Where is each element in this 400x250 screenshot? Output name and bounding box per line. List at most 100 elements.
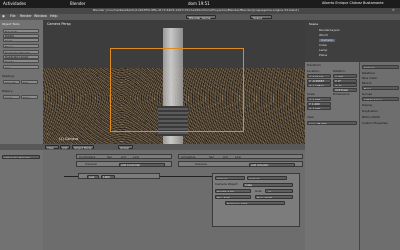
axis-gizmo-icon: ↗ (46, 132, 49, 136)
actuators-label[interactable]: Actuators (181, 155, 195, 159)
add-controller-button[interactable]: Add Controller (119, 162, 165, 167)
rotation-label: Rotation: (333, 69, 346, 73)
actuators-act-toggle[interactable]: Act (223, 155, 228, 159)
menu-file[interactable]: File (10, 14, 16, 18)
add-game-property-button[interactable]: Add Game Property (2, 155, 40, 159)
motion-paths-heading: Motion Paths (362, 115, 380, 119)
logic-editor: View Add Object Mode Global Add Game Pro… (0, 144, 305, 250)
viewport-label: Camera Persp (47, 22, 71, 26)
controller-name-field[interactable]: 1000 (101, 174, 115, 179)
app-menu[interactable]: Blender (70, 2, 86, 6)
outliner-item[interactable]: Cube (319, 44, 327, 47)
mirror-button[interactable]: Mirror (3, 44, 39, 49)
actuators-sel-toggle[interactable]: Sel (209, 155, 214, 159)
global-select[interactable]: Global (120, 146, 129, 150)
actuator-name-field[interactable]: Camera (247, 176, 287, 180)
delete-button[interactable]: Delete (3, 59, 39, 64)
redo-button[interactable]: Redo (21, 95, 38, 100)
translate-button[interactable]: Translate (3, 29, 39, 34)
camera-object-label: Camera Object: (215, 182, 239, 186)
transform-heading: Transform (307, 63, 321, 67)
damping-field[interactable]: Damping: 0.03 (225, 201, 285, 205)
loc-x-field[interactable]: X: 0.01171 (307, 74, 331, 79)
flat-button[interactable]: Flat (21, 80, 38, 85)
actuator-type-select[interactable]: Camera (215, 176, 245, 180)
groups-heading: Groups (362, 92, 372, 96)
user-menu[interactable]: Alberto Enrique Chávez Bustamante (322, 1, 384, 5)
camera-object-field[interactable]: Cube (243, 182, 293, 187)
axis-label: Axis: (255, 188, 263, 193)
outliner-item[interactable]: World (319, 34, 328, 37)
lens-field[interactable]: Lens: 35.000 (307, 121, 357, 126)
loc-z-field[interactable]: Z: 1.19877 (307, 83, 331, 88)
custom-properties-heading: Custom Properties (362, 121, 388, 125)
actuators-object-bar: Camera Add Actuator (178, 161, 303, 167)
scale-label: Scale: (307, 92, 316, 96)
pass-index-label: Pass Index: (362, 76, 378, 80)
active-object-label: (1) Camera (59, 137, 79, 141)
system-top-bar: Actividades Blender dom 19:51 Alberto En… (0, 0, 400, 8)
scale-x-field[interactable]: X: 1.000 (307, 97, 331, 102)
rot-x-field[interactable]: X: 90° (333, 74, 357, 79)
parent-label: Parent: (362, 81, 372, 85)
controllers-link-toggle[interactable]: Link (133, 155, 139, 159)
outliner-item[interactable]: Lamp (319, 49, 327, 52)
outliner: Scene RenderLayers World Camera Cube Lam… (305, 20, 400, 62)
parent-field[interactable]: None (362, 86, 399, 91)
blender-logo-icon[interactable]: ◉ (2, 14, 5, 18)
view-heading: View (307, 115, 314, 119)
screen: { "system_bar":{"activities":"Actividade… (0, 0, 400, 250)
controllers-sel-toggle[interactable]: Sel (107, 155, 112, 159)
outliner-scene[interactable]: Scene (309, 23, 318, 26)
add-menu[interactable]: Add (62, 146, 67, 150)
duplicate-objects-button[interactable]: Duplicate Objects (3, 50, 39, 55)
smooth-button[interactable]: Smooth (3, 80, 20, 85)
scale-z-field[interactable]: Z: 1.000 (307, 106, 331, 111)
controller-type-select[interactable]: And (87, 174, 99, 179)
right-panels: Scene RenderLayers World Camera Cube Lam… (305, 20, 400, 250)
clock[interactable]: dom 19:51 (188, 2, 210, 6)
duplication-heading: Duplication (362, 109, 378, 113)
controllers-act-toggle[interactable]: Act (121, 155, 126, 159)
controllers-bar: Controllers Sel Act Link (76, 154, 172, 159)
controller-and[interactable]: And 1000 (78, 173, 160, 179)
add-to-group-button[interactable]: Add to Group (362, 97, 399, 102)
actuators-link-toggle[interactable]: Link (235, 155, 241, 159)
height-field[interactable]: Height: 2.00 (215, 189, 251, 193)
menu-help[interactable]: Help (50, 14, 58, 18)
close-icon[interactable]: ✕ (392, 8, 395, 12)
menu-render[interactable]: Render (20, 14, 32, 18)
display-heading: Display (362, 103, 373, 107)
view-menu[interactable]: View (47, 146, 54, 150)
rot-z-field[interactable]: Z: 0° (333, 83, 357, 88)
min-field[interactable]: Min: 3.00 (215, 195, 251, 199)
controllers-object-name: Camera (85, 162, 97, 167)
camera-actuator: Camera Camera Camera Object: Cube Height… (212, 173, 300, 227)
relations-heading: Relations (362, 71, 375, 75)
shading-label: Shading: (2, 74, 15, 78)
properties-editor: Camera Relations Pass Index: Parent: Non… (359, 62, 400, 250)
add-actuator-button[interactable]: Add Actuator (249, 162, 295, 167)
undo-button[interactable]: Undo (3, 95, 20, 100)
max-field[interactable]: Max: 10.00 (255, 195, 293, 199)
history-label: History: (2, 89, 14, 93)
actuators-bar: Actuators Sel Act Link (178, 154, 303, 159)
outliner-item[interactable]: Plane (319, 54, 327, 57)
outliner-item[interactable]: Camera (319, 39, 335, 42)
object-tools-heading: Object Tools (2, 22, 20, 26)
tool-shelf: Object Tools Translate Rotate Scale Mirr… (0, 20, 43, 144)
menu-window[interactable]: Window (34, 14, 47, 18)
join-button[interactable]: Join (3, 65, 39, 70)
axis-select[interactable]: +Y (265, 189, 293, 193)
actuators-object-name: Camera (195, 162, 207, 167)
object-mode-select[interactable]: Object Mode (74, 146, 92, 150)
logic-properties-sidebar: Add Game Property (0, 150, 43, 250)
controllers-label[interactable]: Controllers (79, 155, 95, 159)
outliner-item[interactable]: RenderLayers (319, 29, 340, 32)
3d-viewport[interactable]: Camera Persp (1) Camera ↗ (43, 20, 305, 144)
dimensions-label: Dimensions: (333, 92, 351, 96)
window-title: Blender [/run/media/alberto/1c06df50-9ff… (93, 8, 299, 13)
scale-button[interactable]: Scale (3, 38, 39, 43)
object-name-field[interactable]: Camera (362, 65, 399, 70)
activities-button[interactable]: Actividades (3, 2, 26, 6)
